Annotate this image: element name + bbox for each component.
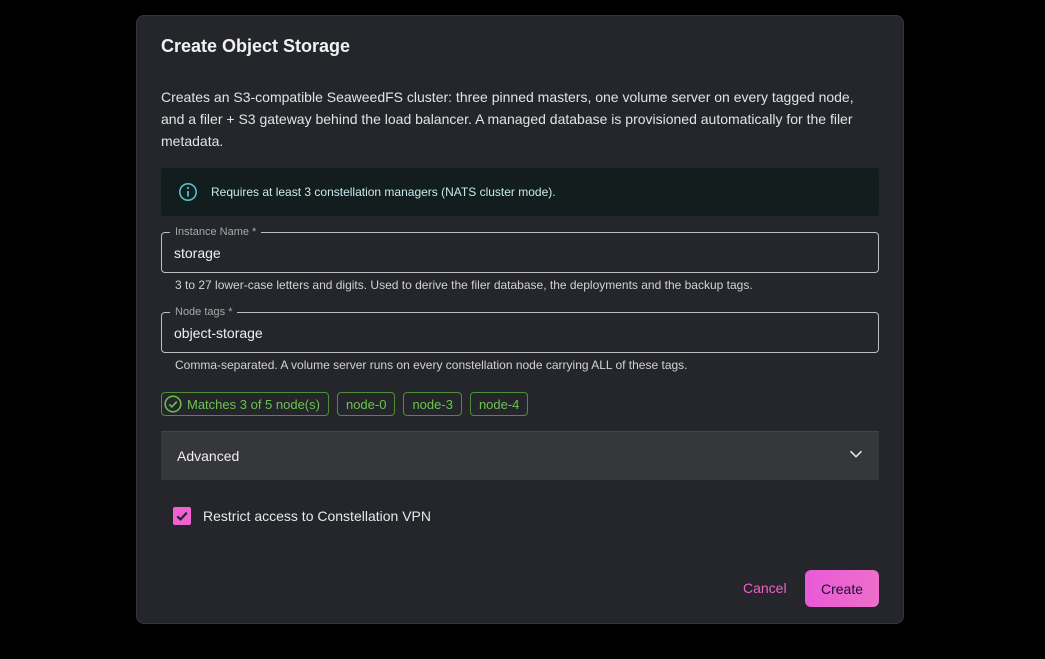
- chevron-down-icon: [849, 447, 863, 466]
- node-tags-field[interactable]: Node tags *: [161, 304, 879, 353]
- alert-text: Requires at least 3 constellation manage…: [211, 185, 556, 199]
- cancel-button[interactable]: Cancel: [733, 570, 797, 606]
- create-object-storage-dialog: Create Object Storage Creates an S3-comp…: [136, 15, 904, 624]
- instance-name-field[interactable]: Instance Name *: [161, 224, 879, 273]
- node-chip: node-0: [336, 392, 396, 416]
- check-circle-icon: [164, 395, 182, 413]
- vpn-restriction-label: Restrict access to Constellation VPN: [203, 508, 431, 524]
- vpn-restriction-row[interactable]: Restrict access to Constellation VPN: [173, 507, 431, 525]
- node-chip: node-4: [469, 392, 529, 416]
- info-icon: [177, 181, 199, 203]
- node-tags-helper: Comma-separated. A volume server runs on…: [175, 358, 688, 372]
- node-match-chips: Matches 3 of 5 node(s) node-0 node-3 nod…: [161, 392, 529, 416]
- advanced-accordion[interactable]: Advanced: [161, 431, 879, 480]
- vpn-restriction-checkbox[interactable]: [173, 507, 191, 525]
- dialog-title: Create Object Storage: [161, 36, 351, 56]
- node-tags-input[interactable]: [162, 313, 878, 352]
- advanced-label: Advanced: [177, 448, 240, 464]
- dialog-description: Creates an S3-compatible SeaweedFS clust…: [161, 89, 854, 149]
- instance-name-helper: 3 to 27 lower-case letters and digits. U…: [175, 278, 753, 292]
- info-alert: Requires at least 3 constellation manage…: [161, 168, 879, 216]
- match-count-label: Matches 3 of 5 node(s): [187, 396, 320, 412]
- instance-name-input[interactable]: [162, 233, 878, 272]
- match-count-chip: Matches 3 of 5 node(s): [161, 392, 329, 416]
- node-chip: node-3: [403, 392, 462, 416]
- create-button[interactable]: Create: [805, 570, 879, 607]
